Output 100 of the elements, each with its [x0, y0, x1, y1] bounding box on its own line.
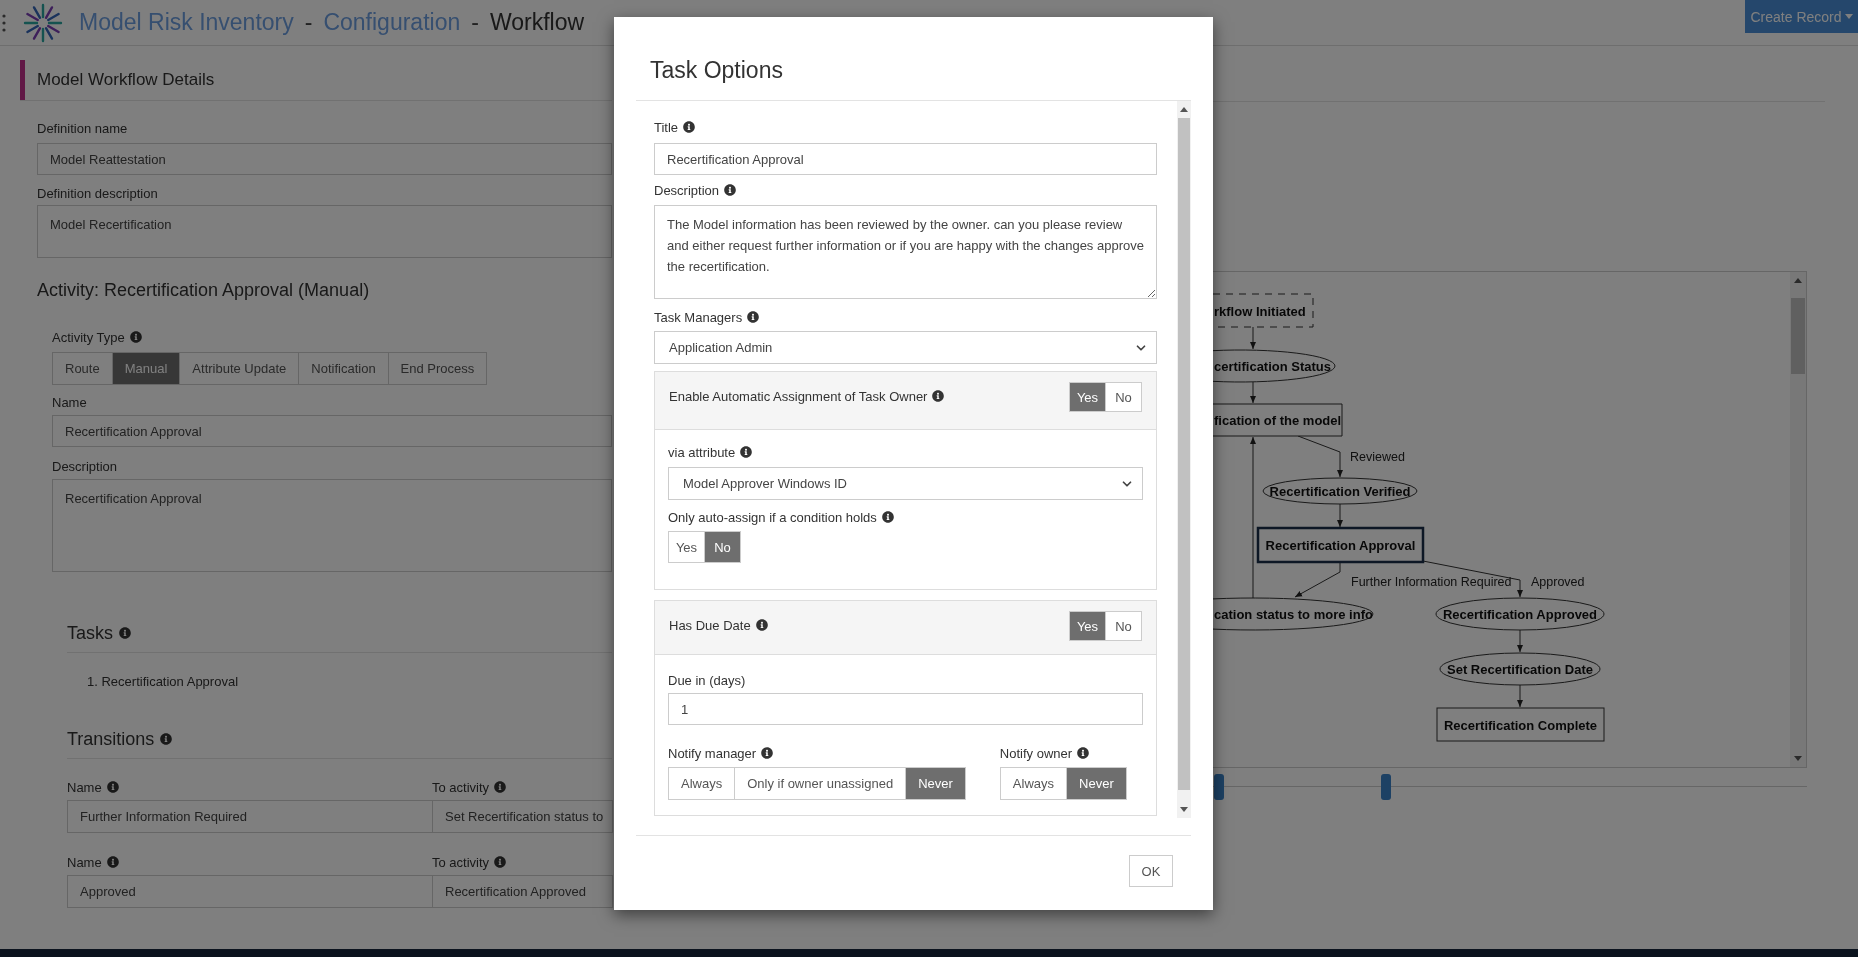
field-label: To activity	[432, 854, 490, 870]
field-label: Name	[67, 854, 102, 870]
flow-node[interactable]: Recertification Approved	[1435, 597, 1605, 631]
scrollbar-thumb[interactable]	[1178, 118, 1190, 790]
scroll-down-icon[interactable]	[1180, 807, 1188, 812]
slider-handle[interactable]	[1214, 774, 1224, 800]
section-heading: Tasks	[67, 622, 113, 645]
toggle-option[interactable]: Notification	[298, 352, 389, 385]
flow-node[interactable]: rkflow Initiated	[1213, 293, 1314, 328]
flow-node[interactable]: fication of the model	[1213, 403, 1343, 437]
text-input[interactable]: Recertification Approval	[52, 415, 612, 447]
scroll-up-icon[interactable]	[1794, 278, 1802, 283]
scrollbar[interactable]	[1790, 272, 1806, 767]
field-label: Only auto-assign if a condition holds	[668, 509, 877, 525]
toggle-option[interactable]: End Process	[387, 352, 488, 385]
caret-icon	[1844, 14, 1853, 19]
info-icon	[881, 511, 894, 523]
flow-node[interactable]: Recertification Verified	[1262, 477, 1418, 505]
connector-arrow	[1337, 503, 1343, 528]
field-label: Notify owner	[999, 745, 1073, 761]
field-label: Task Managers	[654, 309, 743, 325]
scrollbar[interactable]	[1177, 101, 1191, 818]
field-label: Activity Type	[52, 329, 125, 345]
toggle-option[interactable]: Always	[668, 767, 736, 800]
transition-name-field[interactable]: Further Information Required	[67, 800, 433, 833]
breadcrumb-separator: -	[304, 9, 313, 36]
scroll-down-icon[interactable]	[1794, 756, 1802, 761]
field-label: Definition name	[37, 120, 128, 136]
field-label: Name	[67, 779, 102, 795]
field-label: Definition description	[37, 185, 158, 201]
field-label: Due in (days)	[668, 672, 746, 688]
field-label: Description	[654, 182, 720, 198]
flow-node[interactable]: cation status to more info	[1213, 597, 1374, 631]
connector-arrow	[1294, 561, 1341, 598]
field-label: via attribute	[668, 444, 736, 460]
info-icon	[129, 331, 142, 343]
flow-node[interactable]: certification Status	[1213, 349, 1336, 383]
info-icon	[724, 184, 737, 196]
text-input[interactable]: Model Reattestation	[37, 143, 612, 175]
field-label: Description	[52, 458, 118, 474]
toggle-option[interactable]: Attribute Update	[179, 352, 300, 385]
toggle-option[interactable]: Manual	[111, 352, 181, 385]
field-label: To activity	[432, 779, 490, 795]
flow-node[interactable]: Set Recertification Date	[1439, 652, 1601, 686]
dropdown-select[interactable]: Application Admin	[654, 331, 1157, 364]
info-icon	[747, 311, 760, 323]
connector-arrow	[1517, 684, 1523, 708]
toggle-option[interactable]: No	[704, 531, 741, 563]
info-icon	[932, 390, 945, 402]
connector-arrow	[1250, 381, 1256, 404]
toggle-option[interactable]: Never	[1066, 767, 1127, 800]
flow-node[interactable]: Recertification Approval	[1256, 526, 1425, 564]
info-icon	[119, 627, 131, 639]
task-item[interactable]: 1. Recertification Approval	[67, 672, 612, 692]
dropdown-select[interactable]: Model Approver Windows ID	[668, 467, 1143, 500]
toggle-option[interactable]: Never	[905, 767, 966, 800]
field-label: Has Due Date	[669, 617, 751, 633]
info-icon	[683, 121, 696, 133]
info-icon	[740, 446, 753, 458]
text-area[interactable]: Recertification Approval	[52, 479, 612, 572]
toggle-option[interactable]: Only if owner unassigned	[734, 767, 907, 800]
text-area[interactable]: The Model information has been reviewed by the owner. can you please review and either request further information or if you are happy with the changes approve the recertification.	[654, 205, 1157, 299]
section-heading: Activity: Recertification Approval (Manual)	[37, 279, 370, 302]
connector-arrow	[1517, 629, 1523, 653]
breadcrumb-separator: -	[471, 9, 479, 36]
toggle-option[interactable]: Yes	[1069, 611, 1106, 641]
menu-icon[interactable]	[1, 12, 7, 33]
edge-label: Reviewed	[1350, 450, 1405, 464]
toggle-option[interactable]: Route	[52, 352, 113, 385]
info-icon	[755, 619, 768, 631]
edge-label: Further Information Required	[1351, 575, 1512, 589]
toggle-option[interactable]: No	[1105, 382, 1142, 412]
info-icon	[106, 781, 119, 793]
edge-label: Approved	[1531, 575, 1585, 589]
text-input[interactable]: Recertification Approval	[654, 143, 1157, 175]
field-label: Title	[654, 119, 679, 135]
dialog-title: Task Options	[650, 57, 783, 83]
info-icon	[160, 733, 173, 745]
scroll-up-icon[interactable]	[1180, 107, 1188, 112]
to-activity-field[interactable]: Set Recertification status to	[432, 800, 613, 833]
toggle-option[interactable]: Yes	[668, 531, 705, 563]
field-label: Enable Automatic Assignment of Task Owner	[669, 388, 928, 404]
field-label: Notify manager	[668, 745, 757, 761]
info-icon	[494, 781, 507, 793]
scrollbar-thumb[interactable]	[1791, 298, 1805, 374]
toggle-option[interactable]: Yes	[1069, 382, 1106, 412]
text-area[interactable]: Model Recertification	[37, 205, 612, 258]
transition-name-field[interactable]: Approved	[67, 875, 433, 908]
info-icon	[1077, 747, 1090, 759]
ok-button[interactable]: OK	[1129, 855, 1173, 887]
to-activity-field[interactable]: Recertification Approved	[432, 875, 613, 908]
field-label: Name	[52, 394, 87, 410]
flow-node[interactable]: Recertification Complete	[1436, 707, 1605, 742]
toggle-option[interactable]: No	[1105, 611, 1142, 641]
toggle-option[interactable]: Always	[999, 767, 1068, 800]
number-input[interactable]: 1	[668, 693, 1143, 725]
slider-handle[interactable]	[1381, 774, 1391, 800]
info-icon	[106, 856, 119, 868]
page-title: Workflow	[489, 9, 585, 36]
info-icon	[494, 856, 507, 868]
